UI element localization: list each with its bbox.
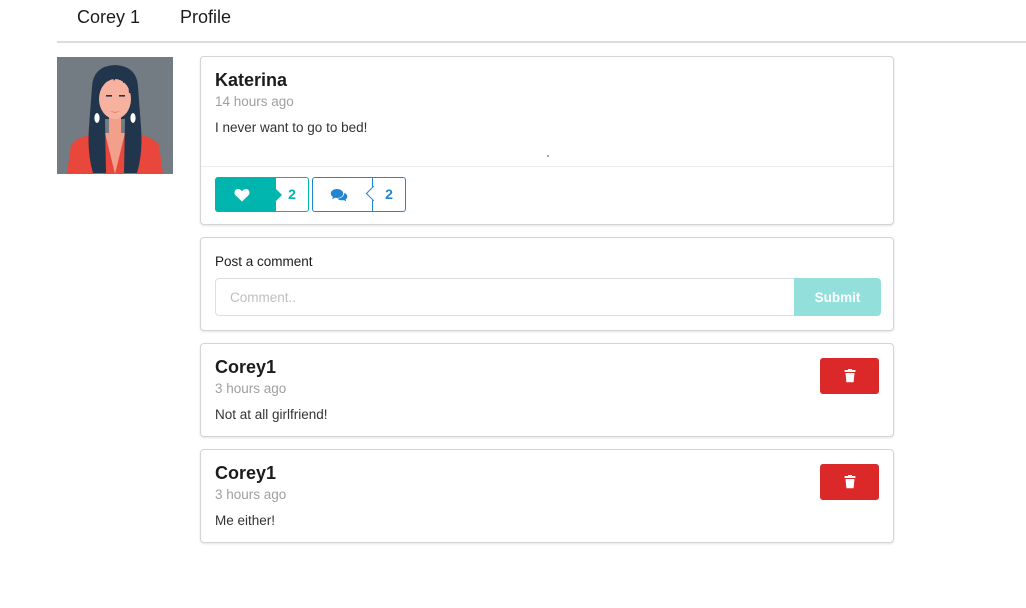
comment-form-label: Post a comment [215, 254, 313, 269]
like-button[interactable]: 2 [215, 177, 309, 212]
like-count: 2 [288, 186, 296, 202]
post-divider [201, 166, 893, 167]
heart-icon [234, 188, 250, 201]
comments-button[interactable]: 2 [312, 177, 406, 212]
comment-input[interactable] [215, 278, 795, 316]
like-icon-area[interactable] [216, 178, 282, 211]
post-card: Katerina 14 hours ago I never want to go… [200, 56, 894, 225]
comment-count: 2 [385, 186, 393, 202]
submit-button[interactable]: Submit [794, 278, 881, 316]
avatar-illustration [57, 57, 173, 174]
post-author[interactable]: Katerina [215, 70, 287, 91]
comments-icon [330, 188, 348, 201]
comment-card: Corey1 3 hours ago Not at all girlfriend… [200, 343, 894, 437]
post-timestamp: 14 hours ago [215, 94, 294, 109]
comment-author[interactable]: Corey1 [215, 357, 276, 378]
post-text: I never want to go to bed! [215, 120, 368, 135]
comment-text: Me either! [215, 513, 276, 528]
comment-form-card: Post a comment Submit [200, 237, 894, 331]
comment-icon-area[interactable] [313, 178, 382, 211]
comment-timestamp: 3 hours ago [215, 381, 287, 396]
menu-item-profile[interactable]: Profile [180, 7, 231, 28]
delete-comment-button[interactable] [820, 464, 879, 500]
avatar [57, 57, 173, 174]
comment-timestamp: 3 hours ago [215, 487, 287, 502]
comment-card: Corey1 3 hours ago Me either! [200, 449, 894, 543]
trash-icon [844, 369, 855, 383]
top-menu: Corey 1 Profile [57, 0, 1026, 43]
delete-comment-button[interactable] [820, 358, 879, 394]
menu-item-user[interactable]: Corey 1 [77, 7, 140, 28]
trash-icon [844, 475, 855, 489]
comment-text: Not at all girlfriend! [215, 407, 328, 422]
loader-dot [547, 155, 549, 157]
comment-author[interactable]: Corey1 [215, 463, 276, 484]
